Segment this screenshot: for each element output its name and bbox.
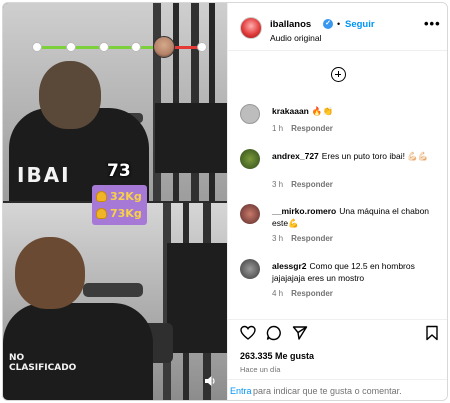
bookmark-icon[interactable] bbox=[424, 325, 440, 341]
separator: • bbox=[337, 19, 341, 29]
progress-dot bbox=[131, 42, 141, 52]
heart-icon[interactable] bbox=[240, 325, 256, 341]
comment-icon[interactable] bbox=[266, 325, 282, 341]
weight-line: 32Kg bbox=[96, 188, 143, 205]
avatar[interactable] bbox=[240, 259, 260, 279]
person-head bbox=[15, 237, 85, 309]
comment-username[interactable]: alessgr2 bbox=[272, 261, 307, 271]
comment-text: alessgr2 Como que 12.5 en hombros jajajaj… bbox=[272, 260, 444, 284]
audio-label[interactable]: Audio original bbox=[270, 33, 322, 43]
weight-overlay: 32Kg 73Kg bbox=[92, 185, 147, 225]
comment-username[interactable]: krakaaan bbox=[272, 106, 309, 116]
reply-button[interactable]: Responder bbox=[291, 124, 333, 133]
comment-text: __mirko.romero Una máquina el chabon este… bbox=[272, 205, 444, 229]
avatar[interactable] bbox=[240, 204, 260, 224]
face-marker-icon bbox=[153, 36, 175, 58]
login-link[interactable]: Entra bbox=[230, 386, 252, 396]
avatar[interactable] bbox=[240, 104, 260, 124]
weight-stack bbox=[167, 243, 227, 353]
weight-value: 73Kg bbox=[110, 207, 142, 220]
muscle-icon bbox=[96, 191, 107, 202]
weight-line: 73Kg bbox=[96, 205, 143, 222]
more-options-icon[interactable]: ••• bbox=[424, 17, 440, 30]
rep-progress-track bbox=[32, 42, 207, 52]
comment-item: andrex_727 Eres un puto toro ibai! 💪🏻💪🏻 3… bbox=[228, 149, 447, 195]
comment-meta: 4 h Responder bbox=[272, 289, 333, 298]
reply-button[interactable]: Responder bbox=[291, 234, 333, 243]
comment-time: 3 h bbox=[272, 234, 284, 243]
volume-icon[interactable] bbox=[203, 374, 217, 388]
follow-button[interactable]: Seguir bbox=[345, 19, 375, 30]
comment-input-bar: Entra para indicar que te gusta o coment… bbox=[228, 379, 447, 400]
comment-prompt: para indicar que te gusta o comentar. bbox=[253, 386, 402, 396]
avatar[interactable] bbox=[240, 149, 260, 169]
person-torso bbox=[3, 303, 153, 400]
comment-text: andrex_727 Eres un puto toro ibai! 💪🏻💪🏻 bbox=[272, 150, 444, 162]
comment-username[interactable]: __mirko.romero bbox=[272, 206, 336, 216]
person-head bbox=[39, 61, 101, 129]
video-bottom-panel: NO CLASIFICADO bbox=[3, 203, 227, 400]
weight-value: 32Kg bbox=[110, 190, 142, 203]
progress-dot bbox=[197, 42, 207, 52]
comment-item: alessgr2 Como que 12.5 en hombros jajajaj… bbox=[228, 259, 447, 305]
comment-time: 4 h bbox=[272, 289, 284, 298]
comment-body: 🔥👏 bbox=[311, 106, 334, 116]
comment-meta: 3 h Responder bbox=[272, 234, 333, 243]
header-username[interactable]: iballanos bbox=[270, 19, 311, 30]
post-header: iballanos ✓ • Seguir Audio original ••• bbox=[228, 3, 447, 51]
progress-dot bbox=[66, 42, 76, 52]
shirt-text: NO CLASIFICADO bbox=[9, 353, 77, 373]
progress-dot bbox=[32, 42, 42, 52]
post-sidebar: iballanos ✓ • Seguir Audio original ••• … bbox=[227, 3, 447, 400]
share-icon[interactable] bbox=[292, 325, 308, 341]
avatar[interactable] bbox=[240, 17, 262, 39]
progress-dot bbox=[99, 42, 109, 52]
post-window: IBAI 73 NO CLASIFICADO 32Kg 73Kg iballan… bbox=[2, 2, 448, 401]
muscle-icon bbox=[96, 208, 107, 219]
reply-button[interactable]: Responder bbox=[291, 289, 333, 298]
post-timestamp: Hace un día bbox=[240, 365, 281, 374]
comment-text: krakaaan 🔥👏 bbox=[272, 105, 444, 117]
reply-button[interactable]: Responder bbox=[291, 180, 333, 189]
weight-stack bbox=[155, 103, 227, 173]
comment-meta: 1 h Responder bbox=[272, 124, 333, 133]
comment-item: __mirko.romero Una máquina el chabon este… bbox=[228, 204, 447, 250]
comment-time: 3 h bbox=[272, 180, 284, 189]
load-more-comments-icon[interactable] bbox=[331, 67, 346, 82]
verified-badge-icon: ✓ bbox=[323, 19, 333, 29]
post-video[interactable]: IBAI 73 NO CLASIFICADO 32Kg 73Kg bbox=[3, 3, 227, 400]
shirt-text: IBAI bbox=[17, 163, 71, 187]
action-bar bbox=[228, 319, 447, 343]
rep-counter: 73 bbox=[107, 161, 131, 181]
comment-time: 1 h bbox=[272, 124, 284, 133]
machine-seat bbox=[83, 283, 143, 297]
likes-count[interactable]: 263.335 Me gusta bbox=[240, 351, 314, 361]
video-top-panel: IBAI 73 bbox=[3, 3, 227, 201]
comment-item: krakaaan 🔥👏 1 h Responder bbox=[228, 104, 447, 150]
comment-body: Eres un puto toro ibai! 💪🏻💪🏻 bbox=[321, 151, 429, 161]
comment-username[interactable]: andrex_727 bbox=[272, 151, 319, 161]
comment-meta: 3 h Responder bbox=[272, 180, 333, 189]
